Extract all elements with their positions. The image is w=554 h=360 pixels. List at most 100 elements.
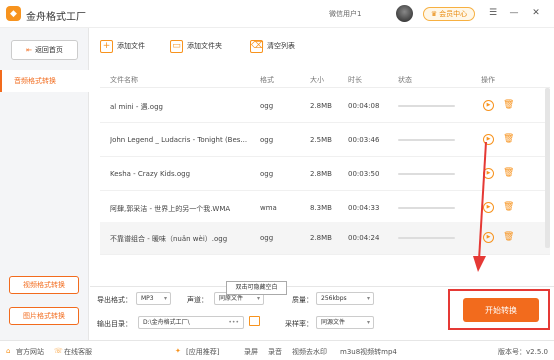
recommend-icon: ✦ xyxy=(175,347,181,355)
title-bar: ◆ 金舟格式工厂 微信用户1 ♛ 会员中心 ☰ — ✕ xyxy=(0,0,554,28)
watermark-link[interactable]: 视频去水印 xyxy=(292,347,327,357)
samplerate-label: 采样率： xyxy=(285,320,313,328)
file-duration: 00:04:33 xyxy=(348,204,380,212)
col-action: 操作 xyxy=(481,76,495,84)
m3u8-link[interactable]: m3u8视频转mp4 xyxy=(340,347,397,357)
audio-record-link[interactable]: 录音 xyxy=(268,347,282,357)
start-convert-button[interactable]: 开始转换 xyxy=(463,298,539,322)
official-site-link[interactable]: 官方网站 xyxy=(16,347,44,357)
add-folder-button[interactable]: ▭ 添加文件夹 xyxy=(170,38,222,54)
channel-value: 同原文件 xyxy=(219,295,244,302)
trash-icon[interactable]: 🗑 xyxy=(503,134,514,145)
add-file-button[interactable]: + 添加文件 xyxy=(100,38,145,54)
vip-center-button[interactable]: ♛ 会员中心 xyxy=(423,7,475,21)
progress-bar xyxy=(398,173,455,175)
minimize-icon[interactable]: — xyxy=(508,7,520,19)
avatar[interactable] xyxy=(396,5,413,22)
app-recommend-label: [应用推荐] xyxy=(186,348,220,356)
menu-icon[interactable]: ☰ xyxy=(487,7,499,19)
file-size: 8.3MB xyxy=(310,204,332,212)
channel-label: 声道： xyxy=(187,296,208,304)
home-icon: ⌂ xyxy=(6,347,11,355)
online-service-link[interactable]: 在线客服 xyxy=(64,347,92,357)
output-dir-value: D:\金舟格式工厂\ xyxy=(143,319,190,326)
vip-center-label: 会员中心 xyxy=(439,10,468,18)
file-format: ogg xyxy=(260,234,274,242)
file-duration: 00:03:50 xyxy=(348,170,380,178)
trash-icon[interactable]: 🗑 xyxy=(503,202,514,213)
output-dir-label: 输出目录： xyxy=(97,320,132,328)
back-home-button[interactable]: ⇤ 返回首页 xyxy=(11,40,78,60)
image-convert-button[interactable]: 图片格式转换 xyxy=(9,307,79,325)
trash-icon[interactable]: 🗑 xyxy=(503,168,514,179)
file-name: John Legend _ Ludacris - Tonight (Bes... xyxy=(110,136,248,144)
clear-list-button[interactable]: ⌫ 清空列表 xyxy=(250,38,295,54)
progress-bar xyxy=(398,207,455,209)
quality-value: 256kbps xyxy=(321,295,347,302)
plus-icon: + xyxy=(100,39,113,53)
file-format: ogg xyxy=(260,136,274,144)
col-duration: 时长 xyxy=(348,76,362,84)
file-format: wma xyxy=(260,204,277,212)
annotation-arrow-icon xyxy=(473,141,487,272)
quality-select[interactable]: 256kbps ▾ xyxy=(316,292,374,305)
scrollbar[interactable] xyxy=(545,88,550,248)
output-dir-field[interactable]: D:\金舟格式工厂\ ••• xyxy=(138,316,244,329)
video-convert-button[interactable]: 视频格式转换 xyxy=(9,276,79,294)
browse-more-icon[interactable]: ••• xyxy=(228,317,239,328)
file-size: 2.5MB xyxy=(310,136,332,144)
chat-icon: ☏ xyxy=(54,347,63,355)
file-name: 阿肆,郭采洁 - 世界上的另一个我.WMA xyxy=(110,205,231,213)
clear-icon: ⌫ xyxy=(250,39,264,53)
samplerate-select[interactable]: 同源文件 ▾ xyxy=(316,316,374,329)
user-name[interactable]: 微信用户1 xyxy=(329,9,361,19)
add-folder-label: 添加文件夹 xyxy=(187,42,222,50)
play-icon[interactable]: ▶ xyxy=(483,100,494,111)
app-title: 金舟格式工厂 xyxy=(26,12,86,23)
add-file-label: 添加文件 xyxy=(117,42,145,50)
trash-icon[interactable]: 🗑 xyxy=(503,232,514,243)
back-icon: ⇤ xyxy=(26,46,32,54)
version-label: 版本号：v2.5.0 xyxy=(498,348,548,356)
chevron-down-icon: ▾ xyxy=(366,295,370,302)
col-status: 状态 xyxy=(398,76,412,84)
screen-record-link[interactable]: 录屏 xyxy=(244,347,258,357)
samplerate-value: 同源文件 xyxy=(321,319,346,326)
file-duration: 00:03:46 xyxy=(348,136,380,144)
col-name: 文件名称 xyxy=(110,76,138,84)
format-select[interactable]: MP3 ▾ xyxy=(136,292,171,305)
close-icon[interactable]: ✕ xyxy=(530,7,542,19)
table-header: 文件名称 格式 大小 时长 状态 操作 xyxy=(100,71,550,88)
tooltip: 双击可隐藏空白 xyxy=(226,281,287,295)
format-value: MP3 xyxy=(141,295,154,302)
file-size: 2.8MB xyxy=(310,170,332,178)
col-size: 大小 xyxy=(310,76,324,84)
folder-icon: ▭ xyxy=(170,39,183,53)
quality-label: 质量： xyxy=(292,296,313,304)
file-size: 2.8MB xyxy=(310,102,332,110)
sidebar-item-audio-convert[interactable]: 音频格式转换 xyxy=(0,70,89,92)
progress-bar xyxy=(398,105,455,107)
file-name: 不靠谱组合 - 暖味（nuǎn wèi）.ogg xyxy=(110,235,228,243)
file-duration: 00:04:24 xyxy=(348,234,380,242)
file-size: 2.8MB xyxy=(310,234,332,242)
back-home-label: 返回首页 xyxy=(34,46,63,54)
chevron-down-icon: ▾ xyxy=(163,295,167,302)
file-name: Kesha - Crazy Kids.ogg xyxy=(110,170,191,178)
trash-icon[interactable]: 🗑 xyxy=(503,100,514,111)
sidebar: ⇤ 返回首页 音频格式转换 视频格式转换 图片格式转换 xyxy=(0,28,89,340)
progress-bar xyxy=(398,139,455,141)
folder-icon[interactable] xyxy=(249,316,260,326)
status-bar: ⌂ 官方网站 ☏ 在线客服 ✦ [应用推荐] 录屏 录音 视频去水印 m3u8视… xyxy=(0,340,554,360)
file-duration: 00:04:08 xyxy=(348,102,380,110)
clear-list-label: 清空列表 xyxy=(267,42,295,50)
col-format: 格式 xyxy=(260,76,274,84)
progress-bar xyxy=(398,237,455,239)
table-row[interactable]: al mini - 遇.ogg ogg 2.8MB 00:04:08 ▶ 🗑 xyxy=(100,90,550,123)
file-name: al mini - 遇.ogg xyxy=(110,103,163,111)
app-logo-icon: ◆ xyxy=(6,6,21,21)
file-format: ogg xyxy=(260,102,274,110)
toolbar: + 添加文件 ▭ 添加文件夹 ⌫ 清空列表 xyxy=(90,28,554,64)
crown-icon: ♛ xyxy=(430,10,438,18)
format-label: 导出格式： xyxy=(97,296,132,304)
